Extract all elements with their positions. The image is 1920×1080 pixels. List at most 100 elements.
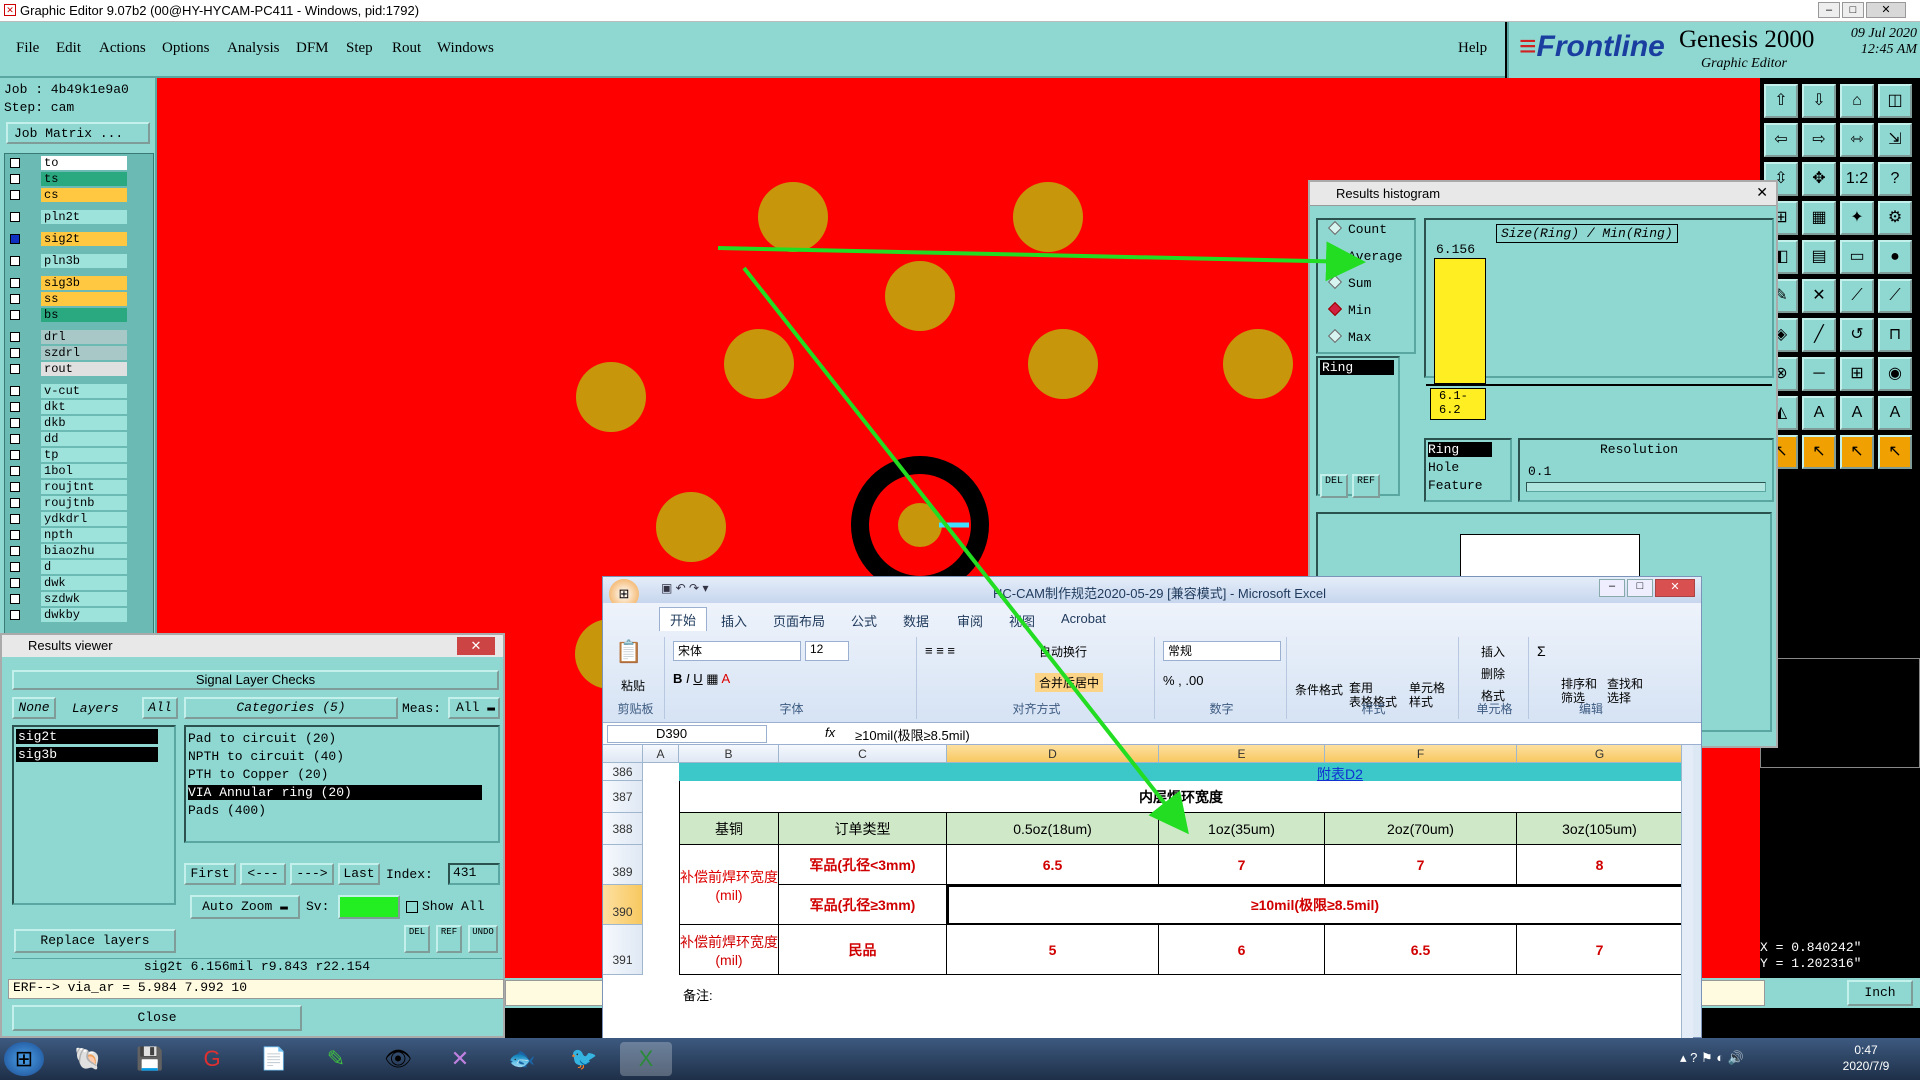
tool-button-10[interactable]: ✥ (1802, 162, 1836, 196)
layer-checkbox[interactable] (10, 578, 20, 588)
font-name-select[interactable]: 宋体 (673, 641, 801, 661)
column-header-b[interactable]: B (679, 745, 779, 763)
layer-row-drl[interactable]: drl (5, 330, 153, 345)
column-header-e[interactable]: E (1159, 745, 1325, 763)
menu-analysis[interactable]: Analysis (227, 40, 280, 57)
attr-feature[interactable]: Feature (1428, 478, 1483, 493)
category-npth-to-circuit[interactable]: NPTH to circuit (40) (188, 749, 344, 764)
layer-checkbox[interactable] (10, 610, 20, 620)
delete-cells-button[interactable]: 删除 (1481, 665, 1505, 682)
meas-select[interactable]: All ▬ (448, 697, 500, 719)
paste-label[interactable]: 粘贴 (621, 677, 645, 694)
tool-button-35[interactable]: A (1840, 396, 1874, 430)
tool-button-36[interactable]: A (1878, 396, 1912, 430)
layer-checkbox[interactable] (10, 594, 20, 604)
number-format-select[interactable]: 常规 (1163, 641, 1281, 661)
layer-row-roujtnb[interactable]: roujtnb (5, 496, 153, 511)
insert-cells-button[interactable]: 插入 (1481, 643, 1505, 660)
layer-checkbox[interactable] (10, 386, 20, 396)
row391-val-f[interactable]: 6.5 (1325, 925, 1517, 975)
menu-options[interactable]: Options (162, 40, 210, 57)
menu-dfm[interactable]: DFM (296, 40, 329, 57)
layer-row-ydkdrl[interactable]: ydkdrl (5, 512, 153, 527)
layer-row-roujtnt[interactable]: roujtnt (5, 480, 153, 495)
layer-row-d[interactable]: d (5, 560, 153, 575)
row391-type[interactable]: 民品 (779, 925, 947, 975)
menu-help[interactable]: Help (1458, 40, 1487, 57)
layer-row-tp[interactable]: tp (5, 448, 153, 463)
attr-ring[interactable]: Ring (1428, 442, 1492, 457)
replace-layers-button[interactable]: Replace layers (14, 929, 176, 953)
auto-zoom-select[interactable]: Auto Zoom ▬ (190, 895, 300, 919)
layer-row-sig3b[interactable]: sig3b (5, 276, 153, 291)
taskbar-bird-icon[interactable]: 🐦 (558, 1042, 610, 1076)
tool-button-20[interactable]: ● (1878, 240, 1912, 274)
row391-val-e[interactable]: 6 (1159, 925, 1325, 975)
option-max[interactable]: Max (1327, 328, 1371, 345)
tray-icons[interactable]: ▴ ? ⚑ ◐ 🔊 (1680, 1050, 1744, 1066)
sum-icon[interactable]: Σ (1537, 643, 1546, 659)
resolution-slider[interactable] (1526, 482, 1766, 492)
column-header-a[interactable]: A (643, 745, 679, 763)
excel-close[interactable]: ✕ (1655, 579, 1695, 597)
category-pads[interactable]: Pads (400) (188, 803, 266, 818)
histogram-list-item[interactable]: Ring (1320, 360, 1394, 375)
tool-button-14[interactable]: ▦ (1802, 201, 1836, 235)
tool-button-40[interactable]: ↖ (1878, 435, 1912, 469)
taskbar-notepad-icon[interactable]: 📄 (248, 1042, 300, 1076)
tool-button-3[interactable]: ⌂ (1840, 84, 1874, 118)
paste-icon[interactable]: 📋 (615, 639, 642, 665)
layer-row-cs[interactable]: cs (5, 188, 153, 203)
row391-label[interactable]: 补偿前焊环宽度(mil) (679, 925, 779, 975)
close-results-button[interactable]: Close (12, 1005, 302, 1031)
layer-row-bs[interactable]: bs (5, 308, 153, 323)
tool-button-27[interactable]: ↺ (1840, 318, 1874, 352)
ribbon-tab-layout[interactable]: 页面布局 (773, 611, 825, 630)
layer-row-pln3b[interactable]: pln3b (5, 254, 153, 269)
tool-button-39[interactable]: ↖ (1840, 435, 1874, 469)
layer-checkbox[interactable] (10, 450, 20, 460)
row390-type[interactable]: 军品(孔径≥3mm) (779, 885, 947, 925)
layer-row-rout[interactable]: rout (5, 362, 153, 377)
tool-button-6[interactable]: ⇨ (1802, 123, 1836, 157)
tool-button-32[interactable]: ◉ (1878, 357, 1912, 391)
layer-row-to[interactable]: to (5, 156, 153, 171)
note-text[interactable]: 备注: (683, 985, 713, 1004)
wrap-text-button[interactable]: 自动换行 (1039, 643, 1087, 660)
tool-button-22[interactable]: ✕ (1802, 279, 1836, 313)
layer-row-ts[interactable]: ts (5, 172, 153, 187)
number-buttons[interactable]: % , .00 (1163, 673, 1203, 688)
menu-rout[interactable]: Rout (392, 40, 421, 57)
start-button[interactable]: ⊞ (4, 1042, 44, 1076)
show-all-checkbox[interactable] (406, 901, 418, 913)
header-3oz[interactable]: 3oz(105um) (1517, 813, 1683, 845)
taskbar-eye-icon[interactable]: 👁 (372, 1042, 424, 1076)
layer-row-1bol[interactable]: 1bol (5, 464, 153, 479)
taskbar-fish-icon[interactable]: 🐟 (496, 1042, 548, 1076)
row389-val-g[interactable]: 8 (1517, 845, 1683, 885)
font-size-select[interactable]: 12 (805, 641, 849, 661)
row-header-390[interactable]: 390 (603, 885, 643, 925)
layer-row-ss[interactable]: ss (5, 292, 153, 307)
undo-button[interactable]: UNDO (468, 925, 498, 953)
corner-cell[interactable] (603, 745, 643, 763)
tool-button-30[interactable]: ─ (1802, 357, 1836, 391)
tool-button-8[interactable]: ⇲ (1878, 123, 1912, 157)
header-base-copper[interactable]: 基铜 (679, 813, 779, 845)
align-buttons[interactable]: ≡ ≡ ≡ (925, 643, 955, 658)
tool-button-2[interactable]: ⇩ (1802, 84, 1836, 118)
layer-row-dd[interactable]: dd (5, 432, 153, 447)
tool-button-19[interactable]: ▭ (1840, 240, 1874, 274)
taskbar-shell-icon[interactable]: 🐚 (62, 1042, 114, 1076)
layer-checkbox[interactable] (10, 256, 20, 266)
column-header-c[interactable]: C (779, 745, 947, 763)
row389-label[interactable]: 补偿前焊环宽度(mil) (679, 845, 779, 925)
layer-row-biaozhu[interactable]: biaozhu (5, 544, 153, 559)
layer-checkbox[interactable] (10, 364, 20, 374)
tool-button-24[interactable]: ⟋ (1878, 279, 1912, 313)
tool-button-12[interactable]: ? (1878, 162, 1912, 196)
name-box[interactable]: D390 (607, 725, 767, 743)
column-header-g[interactable]: G (1517, 745, 1683, 763)
option-sum[interactable]: Sum (1327, 274, 1371, 291)
option-count[interactable]: Count (1327, 220, 1387, 237)
